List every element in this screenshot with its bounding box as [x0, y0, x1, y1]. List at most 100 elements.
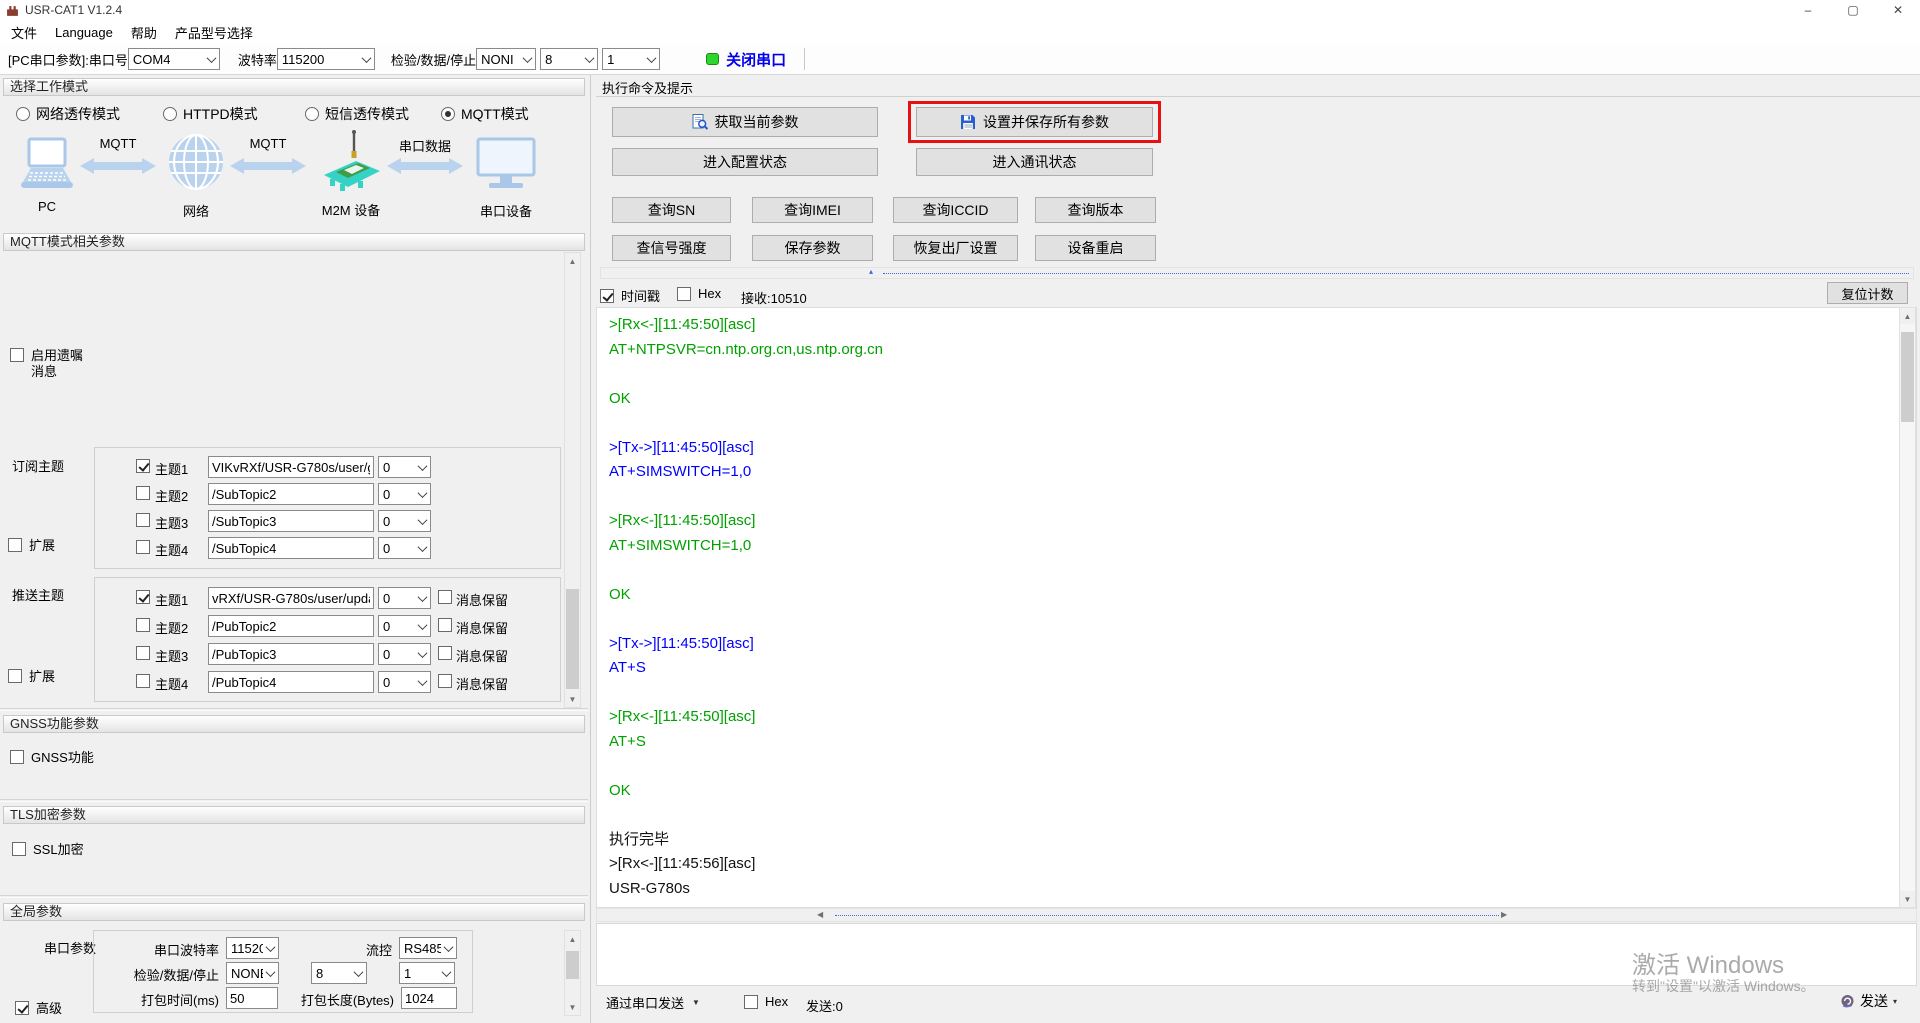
timestamp-checkbox[interactable]: 时间戳 [600, 286, 660, 305]
serial-stopbits-select[interactable]: 1 [399, 962, 455, 984]
maximize-button[interactable]: ▢ [1847, 3, 1859, 17]
scroll-right-icon[interactable]: ▶ [1501, 910, 1507, 919]
log-line [609, 681, 1916, 706]
enter-config-button[interactable]: 进入配置状态 [612, 148, 878, 176]
serial-databits-select[interactable]: 8 [311, 962, 367, 984]
log-scrollbar[interactable]: ▲ ▼ [1899, 307, 1916, 908]
scroll-up-icon[interactable]: ▲ [1900, 308, 1915, 324]
panel-divider[interactable] [590, 75, 591, 1023]
retain-checkbox[interactable] [438, 618, 452, 632]
stopbits-select[interactable]: 1 [602, 48, 660, 70]
reboot-button[interactable]: 设备重启 [1035, 235, 1156, 261]
com-port-select[interactable]: COM4 [128, 48, 220, 70]
topic-qos-select[interactable]: 0 [378, 671, 431, 693]
flow-control-select[interactable]: RS485 [399, 937, 457, 959]
topic-enable-checkbox[interactable] [136, 486, 150, 500]
topic-name-input[interactable] [208, 456, 374, 478]
menu-item-product-select[interactable]: 产品型号选择 [166, 23, 262, 42]
will-message-checkbox[interactable]: 启用遗嘱 消息 [10, 348, 83, 380]
query-signal-button[interactable]: 查信号强度 [612, 235, 731, 261]
work-mode-radio-net[interactable]: 网络透传模式 [16, 104, 120, 124]
scroll-down-icon[interactable]: ▼ [1900, 891, 1915, 907]
topic-enable-checkbox[interactable] [136, 674, 150, 688]
link-label: MQTT [80, 136, 156, 151]
chevron-down-icon [415, 545, 430, 552]
topic-name-input[interactable] [208, 671, 374, 693]
work-mode-radio-sms[interactable]: 短信透传模式 [305, 104, 409, 124]
close-serial-button[interactable]: 关闭串口 [706, 49, 786, 70]
serial-baud-select[interactable]: 115200 [226, 937, 279, 959]
menu-item-file[interactable]: 文件 [2, 23, 46, 42]
scroll-up-icon[interactable]: ▲ [565, 931, 580, 947]
gnss-checkbox[interactable]: GNSS功能 [10, 747, 94, 766]
top-horizontal-scrollbar[interactable]: ▴ [600, 267, 1914, 279]
query-imei-button[interactable]: 查询IMEI [752, 197, 873, 223]
scroll-down-icon[interactable]: ▼ [565, 999, 580, 1015]
scroll-left-icon[interactable]: ◀ [817, 910, 823, 919]
send-button[interactable]: 发送 ▾ [1834, 988, 1903, 1014]
topic-enable-checkbox[interactable] [136, 459, 150, 473]
log-hex-checkbox[interactable]: Hex [677, 286, 721, 301]
publish-expand-checkbox[interactable]: 扩展 [8, 666, 55, 685]
topic-enable-checkbox[interactable] [136, 590, 150, 604]
query-version-button[interactable]: 查询版本 [1035, 197, 1156, 223]
topic-qos-select[interactable]: 0 [378, 456, 431, 478]
topic-name-input[interactable] [208, 510, 374, 532]
minimize-button[interactable]: – [1802, 3, 1814, 17]
close-button[interactable]: ✕ [1892, 3, 1904, 17]
scroll-left-icon[interactable]: ▴ [869, 267, 873, 276]
global-panel-scrollbar[interactable]: ▲ ▼ [564, 930, 581, 1016]
mqtt-panel-scrollbar[interactable]: ▲ ▼ [564, 252, 581, 708]
work-mode-radio-mqtt[interactable]: MQTT模式 [441, 104, 529, 124]
subscribe-expand-checkbox[interactable]: 扩展 [8, 535, 55, 554]
databits-select[interactable]: 8 [540, 48, 598, 70]
enter-comm-button[interactable]: 进入通讯状态 [916, 148, 1153, 176]
send-hex-checkbox[interactable]: Hex [744, 994, 788, 1009]
topic-qos-select[interactable]: 0 [378, 615, 431, 637]
reset-count-button[interactable]: 复位计数 [1827, 282, 1908, 304]
menu-item-language[interactable]: Language [46, 25, 122, 40]
save-params-button[interactable]: 保存参数 [752, 235, 873, 261]
topic-name-input[interactable] [208, 615, 374, 637]
parity-select[interactable]: NONI [476, 48, 536, 70]
bottom-horizontal-scrollbar[interactable]: ◀ ▶ [596, 908, 1917, 922]
pack-time-input[interactable] [226, 987, 278, 1009]
scroll-up-icon[interactable]: ▲ [565, 253, 580, 269]
scrollbar-track[interactable] [835, 915, 1499, 916]
send-via-serial-button[interactable]: 通过串口发送 ▼ [600, 990, 706, 1015]
scrollbar-track[interactable] [883, 273, 1909, 274]
factory-reset-button[interactable]: 恢复出厂设置 [893, 235, 1018, 261]
topic-enable-checkbox[interactable] [136, 646, 150, 660]
topic-enable-checkbox[interactable] [136, 540, 150, 554]
serial-parity-select[interactable]: NONE [226, 962, 279, 984]
topic-name-input[interactable] [208, 537, 374, 559]
work-mode-radio-httpd[interactable]: HTTPD模式 [163, 104, 258, 124]
topic-enable-checkbox[interactable] [136, 513, 150, 527]
scrollbar-thumb[interactable] [1901, 332, 1914, 422]
topic-qos-select[interactable]: 0 [378, 587, 431, 609]
menu-item-help[interactable]: 帮助 [122, 23, 166, 42]
topic-name-input[interactable] [208, 483, 374, 505]
topic-name-input[interactable] [208, 587, 374, 609]
query-iccid-button[interactable]: 查询ICCID [893, 197, 1018, 223]
topic-qos-select[interactable]: 0 [378, 643, 431, 665]
topic-qos-select[interactable]: 0 [378, 510, 431, 532]
scroll-down-icon[interactable]: ▼ [565, 691, 580, 707]
advanced-checkbox[interactable]: 高级 [15, 998, 62, 1017]
retain-checkbox[interactable] [438, 590, 452, 604]
topic-qos-select[interactable]: 0 [378, 483, 431, 505]
get-params-button[interactable]: 获取当前参数 [612, 107, 878, 137]
log-area[interactable]: >[Rx<-][11:45:50][asc]AT+NTPSVR=cn.ntp.o… [596, 307, 1917, 908]
query-sn-button[interactable]: 查询SN [612, 197, 731, 223]
scrollbar-thumb[interactable] [566, 951, 579, 979]
ssl-checkbox[interactable]: SSL加密 [12, 839, 84, 858]
baud-rate-select[interactable]: 115200 [277, 48, 375, 70]
retain-checkbox[interactable] [438, 646, 452, 660]
topic-qos-select[interactable]: 0 [378, 537, 431, 559]
retain-label: 消息保留 [456, 674, 508, 693]
scrollbar-thumb[interactable] [566, 589, 579, 689]
retain-checkbox[interactable] [438, 674, 452, 688]
topic-name-input[interactable] [208, 643, 374, 665]
topic-enable-checkbox[interactable] [136, 618, 150, 632]
pack-length-input[interactable] [401, 987, 457, 1009]
